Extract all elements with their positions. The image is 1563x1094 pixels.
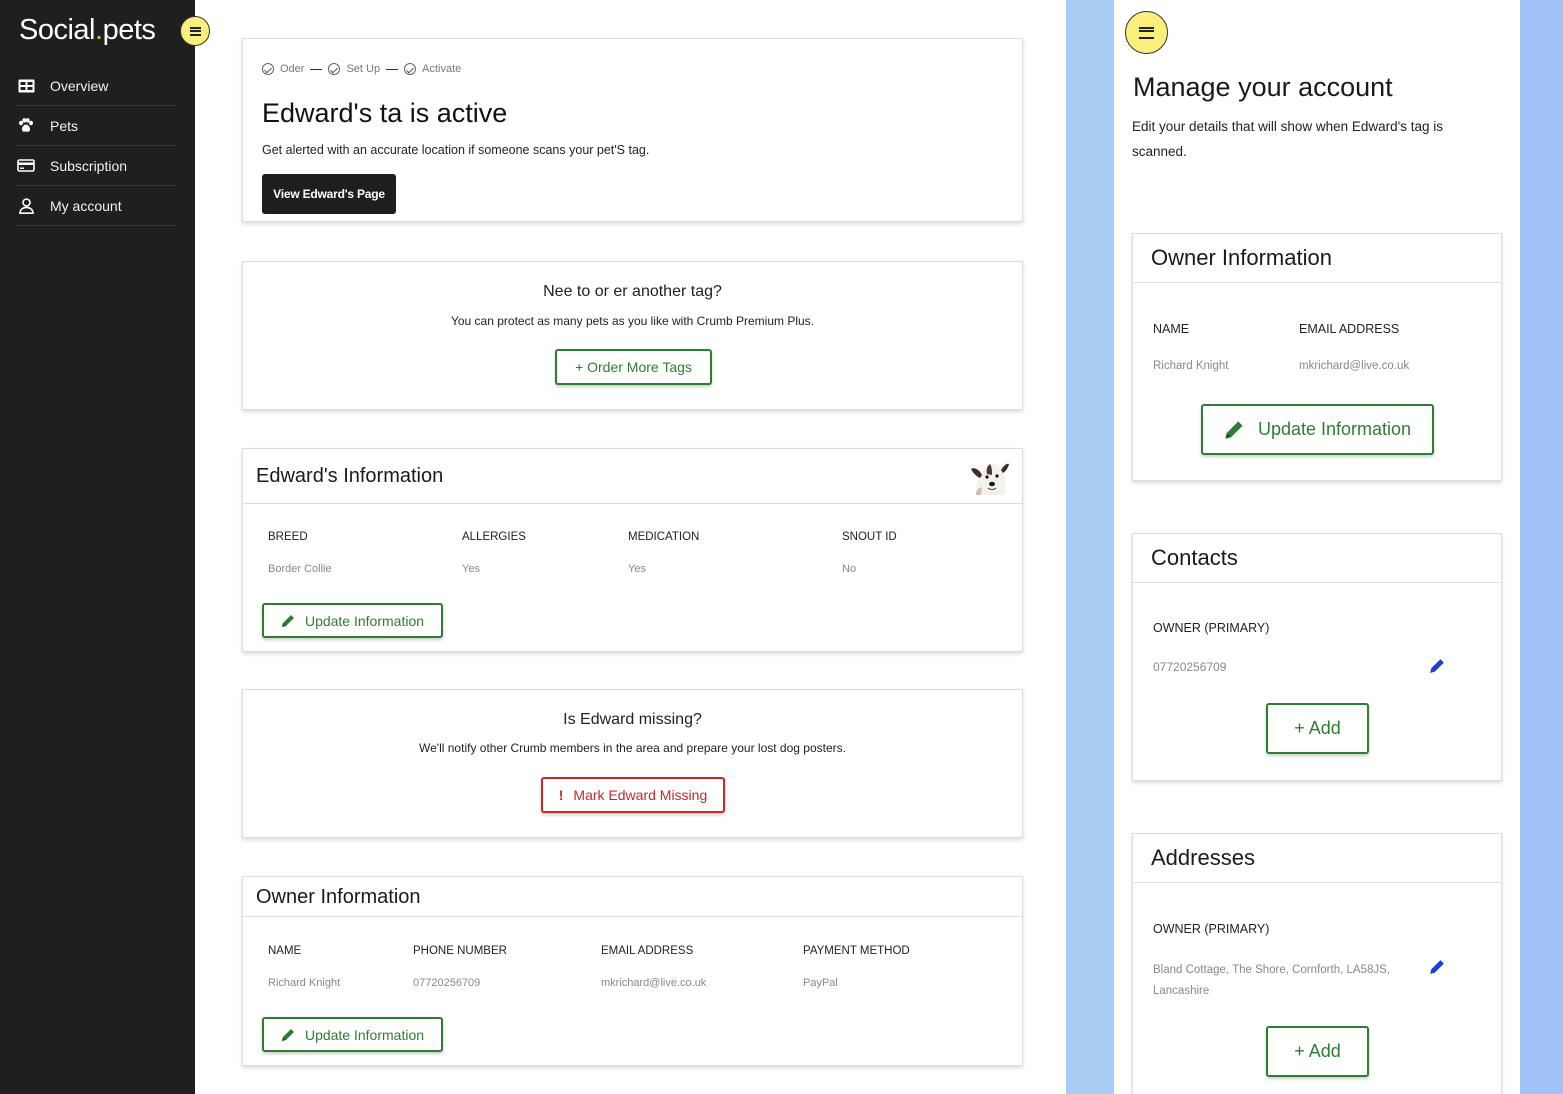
pet-missing-title: Is Edward missing?: [563, 711, 702, 728]
paw-icon: [16, 116, 36, 136]
pet-information-title: Edward's Information: [256, 465, 444, 487]
progress-steps: Oder Set Up Activate: [262, 63, 461, 75]
app-logo[interactable]: Social.pets: [19, 14, 156, 47]
edit-contact-icon[interactable]: [1429, 658, 1445, 674]
menu-toggle-button[interactable]: [1125, 11, 1168, 54]
pencil-icon: [1225, 420, 1243, 439]
medication-value: Yes: [628, 563, 646, 575]
snout-id-label: SNOUT ID: [842, 531, 897, 543]
sidebar-nav: Overview Pets Subscription My account: [16, 66, 176, 226]
add-contact-button[interactable]: + Add: [1266, 703, 1369, 754]
address-label: OWNER (PRIMARY): [1153, 922, 1270, 936]
update-pet-information-button[interactable]: Update Information: [262, 603, 443, 638]
address-value: Bland Cottage, The Shore, Cornforth, LA5…: [1153, 964, 1390, 997]
name-label: NAME: [268, 945, 302, 957]
step-divider: [386, 68, 399, 70]
card-header: Edward's Information: [243, 449, 1022, 504]
user-icon: [16, 196, 36, 216]
sidebar-item-overview[interactable]: Overview: [16, 66, 176, 106]
contacts-title: Contacts: [1151, 545, 1238, 570]
order-tags-card: Nee to or er another tag? You can protec…: [242, 261, 1023, 410]
pencil-icon: [281, 614, 294, 627]
account-owner-card: Owner Information NAME EMAIL ADDRESS Ric…: [1132, 233, 1502, 481]
sidebar: Social.pets Overview Pets Subscription M…: [0, 0, 195, 1094]
breed-value: Border Collie: [268, 563, 332, 575]
pet-avatar: [971, 463, 1009, 495]
step-activate: Activate: [404, 63, 461, 75]
background-strip: [1520, 0, 1563, 1094]
card-header: Owner Information: [1133, 234, 1501, 283]
pencil-icon: [281, 1028, 294, 1041]
contact-phone-value: 07720256709: [1153, 660, 1227, 674]
allergies-value: Yes: [462, 563, 480, 575]
check-circle-icon: [262, 63, 274, 75]
pet-missing-card: Is Edward missing? We'll notify other Cr…: [242, 689, 1023, 838]
email-label: EMAIL ADDRESS: [601, 945, 694, 957]
sidebar-item-label: My account: [50, 197, 122, 214]
sidebar-item-my-account[interactable]: My account: [16, 186, 176, 226]
manage-account-title: Manage your account: [1133, 72, 1393, 102]
add-address-button[interactable]: + Add: [1266, 1026, 1369, 1077]
hamburger-icon: [1139, 26, 1154, 39]
sidebar-item-label: Pets: [50, 117, 79, 134]
overview-icon: [16, 76, 36, 96]
email-label: EMAIL ADDRESS: [1299, 322, 1400, 336]
manage-account-subtitle: Edit your details that will show when Ed…: [1132, 119, 1443, 159]
contacts-card: Contacts OWNER (PRIMARY) 07720256709 + A…: [1132, 533, 1502, 781]
tag-status-title: Edward's ta is active: [262, 98, 508, 128]
addresses-title: Addresses: [1151, 845, 1255, 870]
background-strip: [1066, 0, 1114, 1094]
card-header: Contacts: [1133, 534, 1501, 583]
sidebar-item-subscription[interactable]: Subscription: [16, 146, 176, 186]
view-pet-page-button[interactable]: View Edward's Page: [262, 174, 396, 214]
sidebar-item-label: Subscription: [50, 157, 128, 174]
name-value: Richard Knight: [268, 977, 341, 989]
owner-information-card: Owner Information NAME PHONE NUMBER EMAI…: [242, 876, 1023, 1066]
breed-label: BREED: [268, 531, 308, 543]
hamburger-icon: [189, 26, 201, 36]
step-set-up: Set Up: [328, 63, 380, 75]
order-tags-title: Nee to or er another tag?: [543, 283, 722, 300]
card-header: Owner Information: [243, 877, 1022, 917]
snout-id-value: No: [842, 563, 857, 575]
addresses-card: Addresses OWNER (PRIMARY) Bland Cottage,…: [1132, 833, 1502, 1094]
update-account-information-button[interactable]: Update Information: [1201, 404, 1434, 455]
tag-status-card: Oder Set Up Activate Edward's ta is acti…: [242, 38, 1023, 222]
allergies-label: ALLERGIES: [462, 531, 526, 543]
alert-icon: !: [558, 787, 564, 803]
phone-value: 07720256709: [413, 977, 481, 989]
step-order: Oder: [262, 63, 304, 75]
tag-status-subtitle: Get alerted with an accurate location if…: [262, 143, 650, 157]
pet-information-card: Edward's Information BREED ALLERGIES MED…: [242, 448, 1023, 652]
payment-method-value: PayPal: [803, 977, 838, 989]
owner-information-title: Owner Information: [256, 886, 421, 908]
contact-label: OWNER (PRIMARY): [1153, 621, 1270, 635]
email-value: mkrichard@live.co.uk: [601, 977, 707, 989]
payment-method-label: PAYMENT METHOD: [803, 945, 910, 957]
update-owner-information-button[interactable]: Update Information: [262, 1017, 443, 1052]
card-icon: [16, 156, 36, 176]
order-tags-subtitle: You can protect as many pets as you like…: [450, 314, 815, 328]
edit-address-icon[interactable]: [1429, 959, 1445, 975]
check-circle-icon: [328, 63, 341, 75]
sidebar-item-label: Overview: [50, 77, 109, 94]
medication-label: MEDICATION: [628, 531, 700, 543]
menu-toggle-button[interactable]: [180, 16, 210, 46]
step-divider: [310, 68, 323, 70]
card-header: Addresses: [1133, 834, 1501, 883]
name-value: Richard Knight: [1153, 360, 1229, 372]
name-label: NAME: [1153, 322, 1190, 336]
sidebar-item-pets[interactable]: Pets: [16, 106, 176, 146]
order-more-tags-button[interactable]: + Order More Tags: [555, 349, 712, 385]
check-circle-icon: [404, 63, 417, 75]
phone-label: PHONE NUMBER: [413, 945, 507, 957]
account-owner-title: Owner Information: [1151, 245, 1332, 270]
mark-missing-button[interactable]: ! Mark Edward Missing: [541, 777, 725, 813]
email-value: mkrichard@live.co.uk: [1299, 360, 1410, 372]
pet-missing-subtitle: We'll notify other Crumb members in the …: [419, 741, 846, 755]
